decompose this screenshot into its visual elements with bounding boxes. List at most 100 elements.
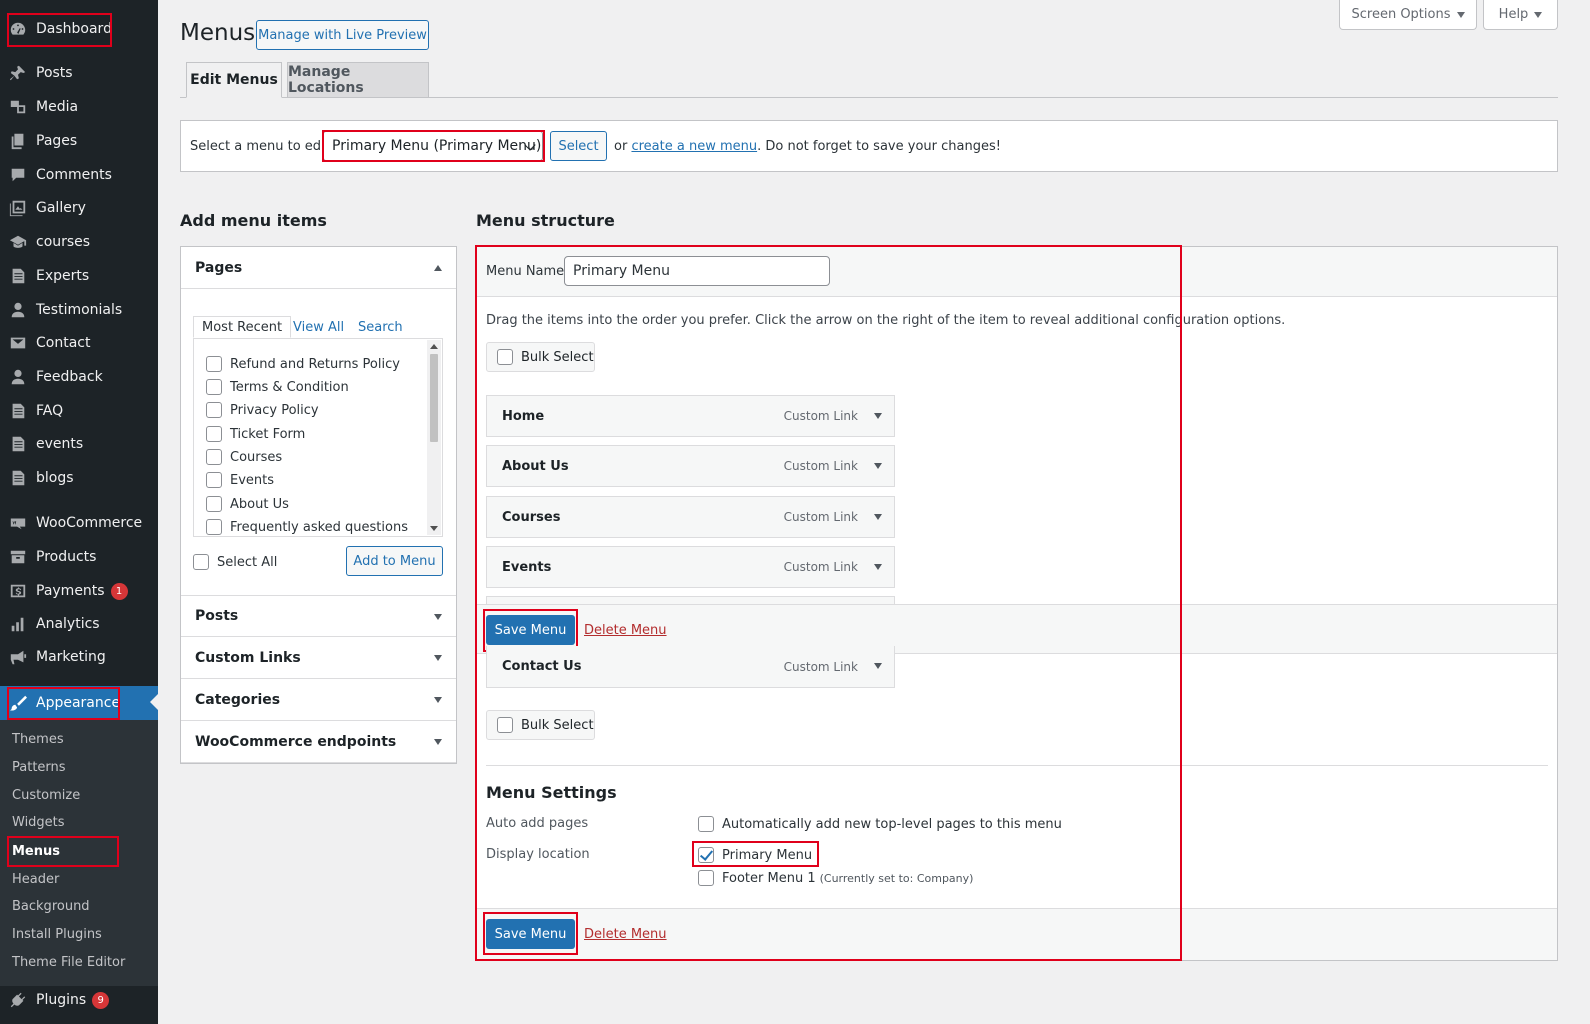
checkbox[interactable]	[206, 496, 222, 512]
sidebar-item-courses[interactable]: courses	[0, 225, 158, 259]
menu-select-dropdown[interactable]: Primary Menu (Primary Menu)	[323, 131, 543, 161]
sidebar-item-faq[interactable]: FAQ	[0, 394, 158, 428]
footer-menu-checkbox[interactable]	[698, 870, 714, 886]
list-scrollbar[interactable]	[427, 340, 441, 535]
arrow-down-icon[interactable]	[874, 514, 882, 520]
submenu-item-themes[interactable]: Themes	[12, 732, 64, 747]
list-item[interactable]: Ticket Form	[206, 426, 305, 442]
checkbox[interactable]	[497, 349, 513, 365]
page-label: Privacy Policy	[230, 402, 319, 418]
list-item[interactable]: Events	[206, 472, 274, 488]
primary-menu-checkbox[interactable]	[698, 847, 714, 863]
create-new-menu-link[interactable]: create a new menu	[631, 139, 757, 154]
save-menu-button[interactable]: Save Menu	[486, 615, 575, 645]
sidebar-item-analytics[interactable]: Analytics	[0, 607, 158, 641]
menu-item-contact-us[interactable]: Contact Us Custom Link	[486, 646, 895, 688]
list-item[interactable]: Terms & Condition	[206, 379, 349, 395]
checkbox[interactable]	[206, 356, 222, 372]
accordion-categories[interactable]: Categories	[181, 679, 456, 721]
sidebar-item-blogs[interactable]: blogs	[0, 461, 158, 495]
accordion-woocommerce-endpoints[interactable]: WooCommerce endpoints	[181, 721, 456, 763]
save-menu-button-bottom[interactable]: Save Menu	[486, 919, 575, 949]
sidebar-item-posts[interactable]: Posts	[0, 56, 158, 90]
sidebar-item-media[interactable]: Media	[0, 90, 158, 124]
sidebar-item-label: Experts	[36, 268, 90, 284]
document-icon	[8, 468, 28, 488]
sidebar-item-payments[interactable]: Payments 1	[0, 574, 158, 608]
bulk-select-button[interactable]: Bulk Select	[486, 342, 595, 372]
checkbox[interactable]	[206, 449, 222, 465]
menu-item-home[interactable]: Home Custom Link	[486, 395, 895, 437]
help-button[interactable]: Help	[1483, 0, 1558, 30]
menu-item-about-us[interactable]: About Us Custom Link	[486, 445, 895, 487]
checkbox[interactable]	[206, 519, 222, 535]
scroll-thumb[interactable]	[430, 354, 438, 442]
checkbox[interactable]	[497, 717, 513, 733]
sidebar-item-events[interactable]: events	[0, 427, 158, 461]
footer-menu-location-row[interactable]: Footer Menu 1 (Currently set to: Company…	[698, 870, 973, 886]
checkbox[interactable]	[206, 402, 222, 418]
submenu-item-menus[interactable]: Menus	[12, 844, 60, 859]
submenu-item-patterns[interactable]: Patterns	[12, 760, 66, 775]
tab-most-recent[interactable]: Most Recent	[193, 316, 292, 338]
arrow-down-icon[interactable]	[874, 663, 882, 669]
accordion-title: WooCommerce endpoints	[195, 733, 397, 750]
list-item[interactable]: Frequently asked questions	[206, 519, 408, 535]
primary-menu-location-row[interactable]: Primary Menu	[698, 847, 812, 863]
sidebar-item-experts[interactable]: Experts	[0, 259, 158, 293]
delete-menu-link[interactable]: Delete Menu	[584, 623, 667, 638]
sidebar-item-appearance[interactable]: Appearance	[0, 686, 158, 720]
add-to-menu-button[interactable]: Add to Menu	[346, 546, 443, 576]
list-item[interactable]: Privacy Policy	[206, 402, 319, 418]
submenu-item-customize[interactable]: Customize	[12, 788, 80, 803]
sidebar-item-pages[interactable]: Pages	[0, 124, 158, 158]
submenu-item-theme-file-editor[interactable]: Theme File Editor	[12, 955, 125, 970]
tab-view-all[interactable]: View All	[285, 316, 352, 338]
select-button[interactable]: Select	[550, 131, 607, 161]
bulk-select-button-bottom[interactable]: Bulk Select	[486, 710, 595, 740]
auto-add-row[interactable]: Automatically add new top-level pages to…	[698, 816, 1062, 832]
screen-options-button[interactable]: Screen Options	[1339, 0, 1477, 30]
list-item[interactable]: Courses	[206, 449, 282, 465]
arrow-down-icon[interactable]	[874, 463, 882, 469]
sidebar-item-feedback[interactable]: Feedback	[0, 360, 158, 394]
checkbox[interactable]	[206, 379, 222, 395]
arrow-down-icon[interactable]	[874, 564, 882, 570]
screen-options-label: Screen Options	[1351, 7, 1451, 22]
paintbrush-icon	[8, 693, 28, 713]
scroll-up-icon[interactable]	[430, 344, 438, 349]
live-preview-button[interactable]: Manage with Live Preview	[256, 20, 429, 50]
auto-add-checkbox[interactable]	[698, 816, 714, 832]
sidebar-item-gallery[interactable]: Gallery	[0, 191, 158, 225]
sidebar-item-dashboard[interactable]: Dashboard	[0, 12, 158, 46]
submenu-item-background[interactable]: Background	[12, 899, 90, 914]
list-item[interactable]: Refund and Returns Policy	[206, 356, 400, 372]
select-all-checkbox[interactable]	[193, 554, 209, 570]
sidebar-item-products[interactable]: Products	[0, 540, 158, 574]
list-item[interactable]: About Us	[206, 496, 289, 512]
delete-menu-link-bottom[interactable]: Delete Menu	[584, 927, 667, 942]
submenu-item-install-plugins[interactable]: Install Plugins	[12, 927, 102, 942]
menu-name-input[interactable]: Primary Menu	[564, 256, 830, 286]
arrow-down-icon[interactable]	[874, 413, 882, 419]
tab-manage-locations[interactable]: Manage Locations	[287, 62, 429, 98]
accordion-custom-links[interactable]: Custom Links	[181, 637, 456, 679]
accordion-posts[interactable]: Posts	[181, 595, 456, 637]
scroll-down-icon[interactable]	[430, 526, 438, 531]
sidebar-item-woocommerce[interactable]: WooCommerce	[0, 506, 158, 540]
checkbox[interactable]	[206, 426, 222, 442]
tab-search[interactable]: Search	[350, 316, 411, 338]
sidebar-item-testimonials[interactable]: Testimonials	[0, 293, 158, 327]
sidebar-item-plugins[interactable]: Plugins 9	[0, 983, 158, 1017]
tab-edit-menus[interactable]: Edit Menus	[186, 62, 282, 98]
sidebar-item-comments[interactable]: Comments	[0, 158, 158, 192]
accordion-pages[interactable]: Pages	[181, 247, 456, 289]
select-all-row[interactable]: Select All	[193, 554, 277, 570]
checkbox[interactable]	[206, 472, 222, 488]
submenu-item-header[interactable]: Header	[12, 872, 59, 887]
sidebar-item-contact[interactable]: Contact	[0, 326, 158, 360]
menu-item-courses[interactable]: Courses Custom Link	[486, 496, 895, 538]
submenu-item-widgets[interactable]: Widgets	[12, 815, 65, 830]
sidebar-item-marketing[interactable]: Marketing	[0, 640, 158, 674]
menu-item-events[interactable]: Events Custom Link	[486, 546, 895, 588]
